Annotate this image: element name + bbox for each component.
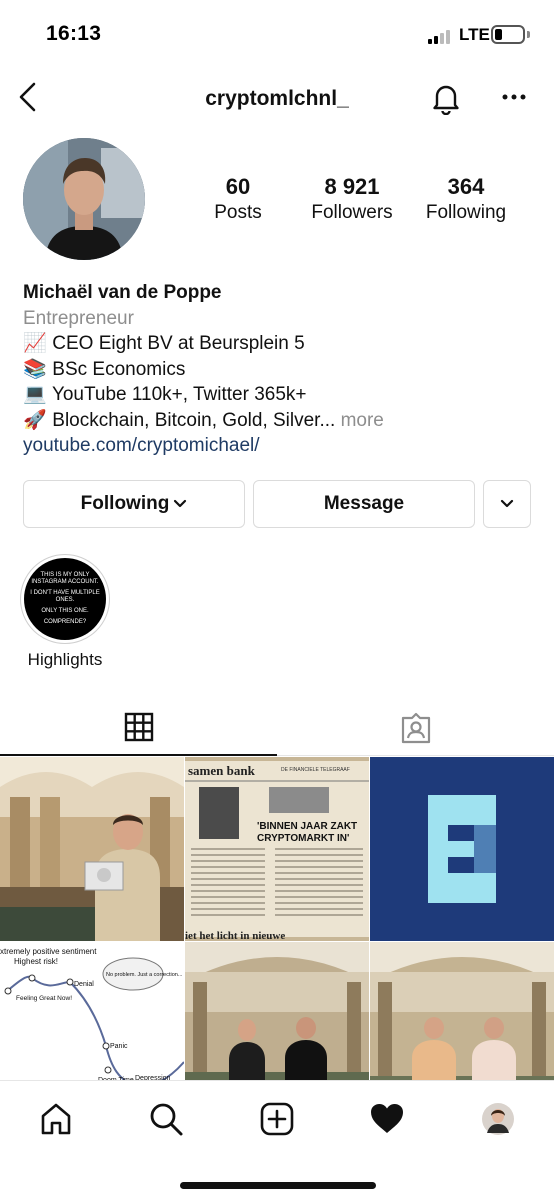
- profile-tab[interactable]: [478, 1099, 518, 1139]
- post-thumbnail[interactable]: [370, 757, 554, 941]
- bio-website-link[interactable]: youtube.com/cryptomichael/: [23, 433, 533, 459]
- following-label: Following: [425, 202, 507, 223]
- bio-more-link[interactable]: more: [341, 410, 384, 431]
- followers-count: 8 921: [324, 174, 380, 199]
- status-time: 16:13: [46, 22, 102, 45]
- following-button-label: Following: [80, 493, 170, 514]
- bio-line: 📚 BSc Economics: [23, 357, 533, 383]
- home-tab[interactable]: [36, 1099, 76, 1139]
- posts-label: Posts: [214, 202, 262, 223]
- rocket-emoji-icon: 🚀: [23, 409, 47, 431]
- chart-emoji-icon: 📈: [23, 333, 47, 354]
- chart-point-label: Feeling Great Now!: [16, 995, 72, 1002]
- chevron-down-icon: [174, 499, 187, 508]
- bell-icon[interactable]: [430, 81, 462, 116]
- highlight-cover-text: COMPRENDE?: [43, 619, 87, 625]
- posts-stat[interactable]: 60 Posts: [190, 174, 286, 226]
- tab-tagged[interactable]: [277, 700, 554, 756]
- profile-tabs: [0, 700, 554, 756]
- following-stat[interactable]: 364 Following: [416, 174, 516, 226]
- battery-icon: [491, 25, 525, 44]
- activity-tab[interactable]: [367, 1099, 407, 1139]
- profile-name: Michaël van de Poppe: [23, 282, 222, 303]
- newspaper-masthead: samen bank: [188, 763, 256, 778]
- home-icon: [41, 1103, 71, 1135]
- search-tab[interactable]: [146, 1099, 186, 1139]
- profile-actions: Following Message: [23, 480, 531, 528]
- highlight-cover: THIS IS MY ONLY INSTAGRAM ACCOUNT. I DON…: [24, 558, 106, 640]
- following-button[interactable]: Following: [23, 480, 245, 528]
- chart-top-label-2: Highest risk!: [14, 957, 58, 966]
- profile-avatar[interactable]: [23, 138, 145, 260]
- message-button-label: Message: [323, 493, 405, 514]
- add-post-icon: [260, 1102, 294, 1136]
- followers-label: Followers: [311, 202, 393, 223]
- highlight-label: Highlights: [27, 650, 103, 669]
- story-highlight[interactable]: THIS IS MY ONLY INSTAGRAM ACCOUNT. I DON…: [20, 554, 112, 670]
- post-thumbnail[interactable]: [0, 757, 184, 941]
- signal-icon: [428, 30, 454, 44]
- bio-line-text: YouTube 110k+, Twitter 365k+: [51, 384, 307, 405]
- bio-line: 🚀 Blockchain, Bitcoin, Gold, Silver... m…: [23, 408, 533, 434]
- search-icon: [150, 1103, 183, 1136]
- create-tab[interactable]: [257, 1099, 297, 1139]
- newspaper-headline-1: 'BINNEN JAAR ZAKT: [257, 821, 357, 832]
- bio-line-text: CEO Eight BV at Beursplein 5: [52, 333, 305, 354]
- bio-line: 💻 YouTube 110k+, Twitter 365k+: [23, 382, 533, 408]
- tagged-user-icon: [401, 712, 430, 744]
- post-thumbnail[interactable]: samen bank DE FINANCIELE TELEGRAAF 'BINN…: [185, 757, 369, 941]
- profile-header: cryptomlchnl_: [0, 70, 554, 126]
- bio-line-text: Blockchain, Bitcoin, Gold, Silver...: [52, 409, 336, 431]
- highlight-cover-text: ONLY THIS ONE.: [41, 608, 89, 614]
- chart-bubble-text: No problem. Just a correction...: [106, 972, 183, 978]
- highlight-cover-text: I DON'T HAVE MULTIPLE ONES.: [30, 590, 100, 603]
- followers-stat[interactable]: 8 921 Followers: [298, 174, 406, 226]
- books-emoji-icon: 📚: [23, 358, 47, 380]
- heart-icon: [371, 1104, 403, 1133]
- battery-cap: [527, 31, 530, 38]
- chevron-down-icon: [500, 499, 514, 508]
- laptop-emoji-icon: 💻: [23, 384, 47, 405]
- grid-icon: [124, 712, 153, 742]
- newspaper-headline-2: CRYPTOMARKT IN': [257, 833, 349, 844]
- status-bar: 16:13 LTE: [0, 0, 554, 70]
- more-options-icon[interactable]: [500, 90, 528, 104]
- posts-count: 60: [225, 174, 251, 199]
- newspaper-name: DE FINANCIELE TELEGRAAF: [281, 767, 350, 773]
- profile-category: Entrepreneur: [23, 307, 134, 329]
- header-username: cryptomlchnl_: [205, 87, 349, 110]
- message-button[interactable]: Message: [253, 480, 475, 528]
- network-label: LTE: [459, 25, 490, 44]
- suggested-accounts-button[interactable]: [483, 480, 531, 528]
- bio-line-text: BSc Economics: [52, 358, 186, 380]
- chart-top-label: xtremely positive sentiment: [0, 947, 97, 956]
- chart-point-label: Panic: [110, 1043, 128, 1050]
- home-indicator[interactable]: [180, 1182, 376, 1189]
- tab-posts-grid[interactable]: [0, 700, 277, 756]
- newspaper-footer: iet het licht in nieuwe: [185, 930, 285, 941]
- highlight-ring: THIS IS MY ONLY INSTAGRAM ACCOUNT. I DON…: [20, 554, 110, 644]
- profile-avatar-icon: [482, 1103, 514, 1135]
- chart-point-label: Denial: [74, 981, 94, 988]
- eight-logo-icon: [370, 757, 554, 941]
- following-count: 364: [447, 174, 485, 199]
- highlight-cover-text: THIS IS MY ONLY INSTAGRAM ACCOUNT.: [31, 572, 99, 585]
- bio-line: 📈 CEO Eight BV at Beursplein 5: [23, 331, 533, 357]
- profile-bio: Michaël van de Poppe Entrepreneur 📈 CEO …: [23, 280, 533, 459]
